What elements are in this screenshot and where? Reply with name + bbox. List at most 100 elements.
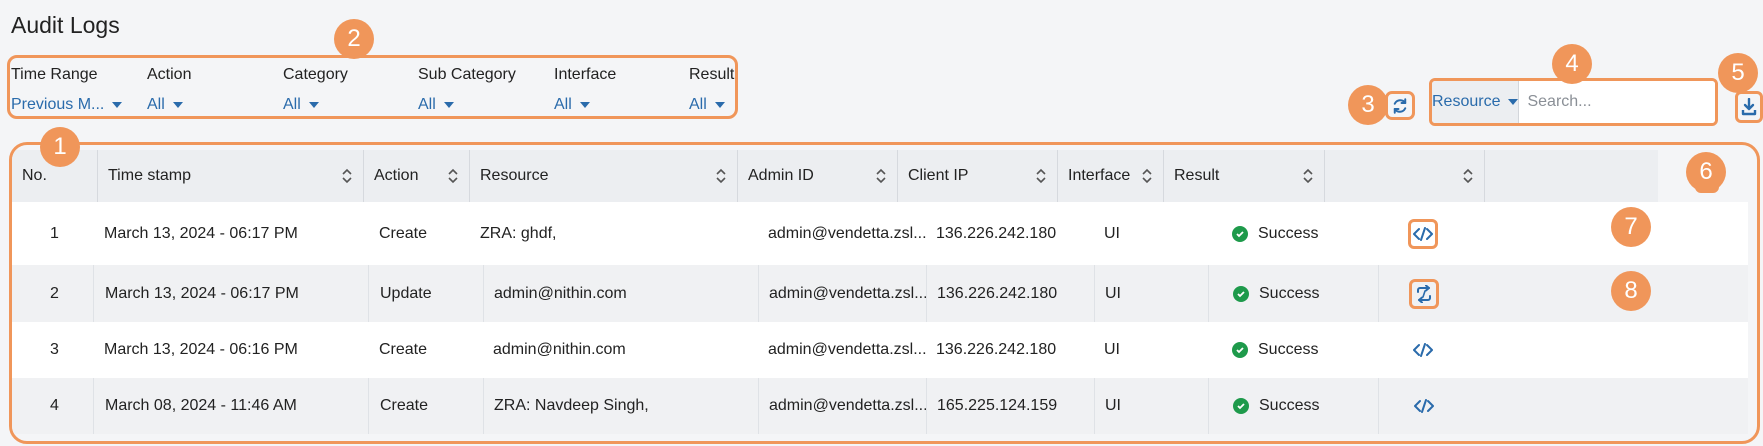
filter-label: Category — [283, 66, 348, 83]
sort-icon — [448, 168, 458, 184]
sort-icon — [1142, 168, 1152, 184]
filter-value: All — [147, 96, 165, 113]
cell-action: Create — [368, 378, 428, 434]
status-success: Success — [1232, 225, 1318, 243]
code-icon — [1414, 399, 1434, 413]
check-circle-icon — [1232, 342, 1248, 358]
column-header-label: Action — [374, 167, 419, 184]
sort-icon — [876, 168, 886, 184]
callout-badge-8: 8 — [1611, 271, 1651, 311]
callout-badge-6: 6 — [1686, 152, 1726, 192]
download-icon — [1741, 98, 1757, 116]
cell-admin-id: admin@vendetta.zsl... — [758, 378, 928, 434]
result-label: Success — [1259, 284, 1320, 302]
cell-interface: UI — [1094, 378, 1121, 434]
filter-interface-dropdown[interactable]: All — [554, 96, 616, 114]
column-header-label: No. — [22, 167, 47, 184]
column-header-resource[interactable]: Resource — [470, 150, 738, 202]
search-input[interactable] — [1519, 81, 1715, 123]
column-header-label: Interface — [1068, 167, 1131, 184]
cell-resource: ZRA: ghdf, — [480, 224, 557, 242]
result-label: Success — [1258, 341, 1319, 358]
view-code-button[interactable] — [1408, 218, 1438, 249]
cell-no: 4 — [50, 397, 59, 414]
cell-action: Update — [368, 265, 432, 322]
cell-admin-id: admin@vendetta.zsl... — [768, 224, 927, 242]
cell-result: Success — [1208, 378, 1319, 434]
result-label: Success — [1258, 224, 1319, 242]
cell-row-action — [1413, 322, 1433, 378]
caret-down-icon — [1508, 99, 1519, 105]
check-circle-icon — [1233, 285, 1249, 302]
cell-row-action — [1378, 265, 1439, 322]
caret-down-icon — [112, 102, 123, 108]
cell-timestamp: March 08, 2024 - 11:46 AM — [93, 378, 297, 434]
caret-down-icon — [172, 102, 183, 108]
cell-resource: admin@nithin.com — [493, 341, 626, 358]
filter-value: All — [689, 96, 707, 113]
sort-icon — [1463, 168, 1473, 184]
sort-icon — [342, 168, 352, 184]
filter-value: All — [554, 96, 572, 113]
filter-label: Time Range — [11, 66, 98, 83]
table-row[interactable]: 1 March 13, 2024 - 06:17 PM Create ZRA: … — [12, 202, 1748, 265]
callout-badge-2: 2 — [334, 19, 374, 59]
column-header-label: Resource — [480, 167, 549, 184]
compare-changes-button[interactable] — [1409, 278, 1439, 309]
cell-client-ip: 136.226.242.180 — [936, 341, 1057, 358]
column-header-client-ip[interactable]: Client IP — [898, 150, 1058, 202]
filter-value: All — [418, 96, 436, 113]
column-header-label: Client IP — [908, 167, 969, 184]
cell-row-action — [1378, 378, 1434, 434]
search-group: Resource — [1429, 78, 1718, 126]
status-success: Success — [1233, 397, 1319, 415]
sort-icon — [1036, 168, 1046, 184]
cell-timestamp: March 13, 2024 - 06:16 PM — [104, 341, 298, 358]
filter-sub-category-dropdown[interactable]: All — [418, 96, 516, 114]
filter-action-dropdown[interactable]: All — [147, 96, 191, 114]
column-header-timestamp[interactable]: Time stamp — [98, 150, 364, 202]
column-header-label: Admin ID — [748, 167, 814, 184]
audit-log-table: No. Time stamp Action Resource Admin ID … — [9, 142, 1760, 444]
filter-category: Category All — [283, 66, 348, 114]
column-header-result[interactable]: Result — [1164, 150, 1325, 202]
table-row[interactable]: 3 March 13, 2024 - 06:16 PM Create admin… — [12, 322, 1748, 378]
cell-result: Success — [1232, 202, 1318, 265]
sort-icon — [1303, 168, 1313, 184]
column-header-interface[interactable]: Interface — [1058, 150, 1164, 202]
table-row[interactable]: 2 March 13, 2024 - 06:17 PM Update admin… — [12, 265, 1748, 322]
search-scope-dropdown[interactable]: Resource — [1432, 81, 1520, 123]
callout-badge-7: 7 — [1611, 207, 1651, 247]
filter-interface: Interface All — [554, 66, 616, 114]
column-header-label: Result — [1174, 167, 1220, 184]
refresh-icon — [1393, 97, 1407, 114]
cell-result: Success — [1208, 265, 1319, 322]
cell-client-ip: 165.225.124.159 — [926, 378, 1057, 434]
column-header-actions[interactable] — [1325, 150, 1485, 202]
caret-down-icon — [714, 102, 725, 108]
filter-label: Sub Category — [418, 66, 516, 83]
cell-admin-id: admin@vendetta.zsl... — [768, 341, 927, 358]
cell-admin-id: admin@vendetta.zsl... — [758, 265, 928, 322]
view-code-button[interactable] — [1414, 398, 1434, 414]
cell-action: Create — [379, 224, 428, 242]
refresh-button[interactable] — [1385, 91, 1415, 120]
column-header-admin-id[interactable]: Admin ID — [738, 150, 898, 202]
filter-result-dropdown[interactable]: All — [689, 96, 734, 114]
cell-resource: admin@nithin.com — [483, 265, 627, 322]
code-icon — [1413, 343, 1433, 357]
cell-client-ip: 136.226.242.180 — [936, 224, 1057, 242]
column-header-action[interactable]: Action — [364, 150, 470, 202]
filter-category-dropdown[interactable]: All — [283, 96, 348, 114]
callout-badge-5: 5 — [1718, 53, 1758, 93]
download-button[interactable] — [1735, 91, 1763, 123]
view-code-button[interactable] — [1413, 342, 1433, 358]
table-row[interactable]: 4 March 08, 2024 - 11:46 AM Create ZRA: … — [12, 378, 1748, 434]
check-circle-icon — [1232, 225, 1248, 242]
cell-no: 2 — [50, 284, 59, 302]
filter-time-range-dropdown[interactable]: Previous M... — [11, 96, 123, 114]
cell-timestamp: March 13, 2024 - 06:17 PM — [93, 265, 299, 322]
cell-interface: UI — [1104, 224, 1120, 242]
filter-value: All — [283, 96, 301, 113]
status-success: Success — [1232, 341, 1318, 359]
